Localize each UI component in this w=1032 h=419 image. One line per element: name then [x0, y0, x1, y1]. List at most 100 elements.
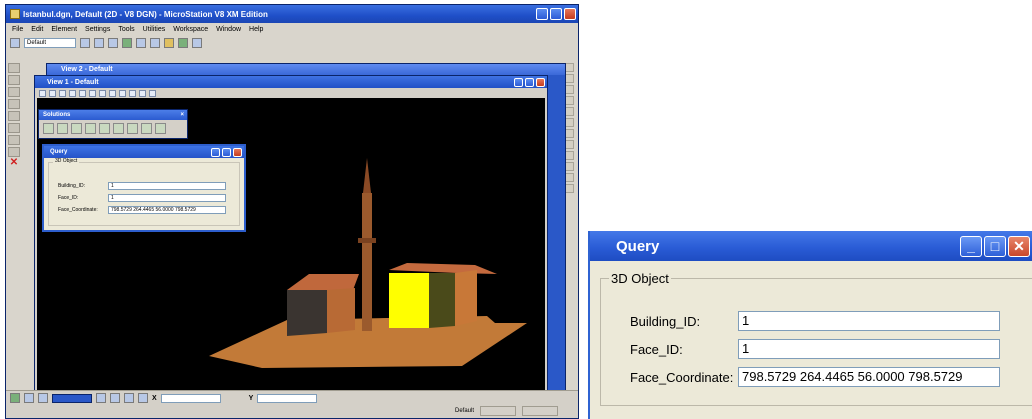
copy-view-icon[interactable]	[129, 89, 136, 97]
face-coordinate-field[interactable]: 798.5729 264.4465 56.0000 798.5729	[738, 367, 1000, 387]
menu-tools[interactable]: Tools	[118, 26, 134, 33]
color-icon[interactable]	[80, 38, 90, 48]
status-field	[522, 406, 558, 416]
solution-tool-icon[interactable]	[71, 123, 82, 134]
view-controls	[35, 88, 547, 98]
view-next-icon[interactable]	[119, 89, 126, 97]
text-tool-icon[interactable]	[8, 99, 20, 109]
view-attributes-icon[interactable]	[39, 89, 46, 97]
delete-tool-icon[interactable]: ✕	[8, 158, 20, 169]
view-close-button[interactable]	[536, 77, 545, 87]
view-1-titlebar[interactable]: View 1 - Default	[35, 76, 547, 88]
line-style-icon[interactable]	[94, 38, 104, 48]
snap-icon[interactable]	[24, 393, 34, 403]
solution-tool-icon[interactable]	[99, 123, 110, 134]
query-small-minimize-button[interactable]	[211, 147, 220, 157]
menu-utilities[interactable]: Utilities	[143, 26, 166, 33]
status-bar: X Y Default	[6, 390, 578, 418]
drawing-canvas[interactable]	[37, 98, 545, 392]
menu-settings[interactable]: Settings	[85, 26, 110, 33]
face-id-field[interactable]: 1	[108, 194, 226, 202]
pan-view-icon[interactable]	[99, 89, 106, 97]
element-template-icon[interactable]	[122, 38, 132, 48]
view-icon[interactable]	[138, 393, 148, 403]
active-attributes-icon[interactable]	[10, 38, 20, 48]
solution-tool-icon[interactable]	[57, 123, 68, 134]
solution-tool-icon[interactable]	[43, 123, 54, 134]
building-selected-face[interactable]	[389, 273, 429, 328]
solution-tool-icon[interactable]	[113, 123, 124, 134]
face-coordinate-field[interactable]: 798.5729 264.4465 56.0000 798.5729	[108, 206, 226, 214]
view-icon[interactable]	[124, 393, 134, 403]
view-previous-icon[interactable]	[109, 89, 116, 97]
view-icon[interactable]	[110, 393, 120, 403]
solution-tool-icon[interactable]	[155, 123, 166, 134]
menu-edit[interactable]: Edit	[31, 26, 43, 33]
zoom-in-icon[interactable]	[49, 89, 56, 97]
maximize-button[interactable]	[550, 8, 562, 20]
microstation-window: Istanbul.dgn, Default (2D - V8 DGN) - Mi…	[5, 4, 579, 419]
window-area-icon[interactable]	[69, 89, 76, 97]
face-id-field[interactable]: 1	[738, 339, 1000, 359]
camera-icon[interactable]	[149, 89, 156, 97]
view-minimize-button[interactable]	[514, 77, 523, 87]
snap-mode-text: Default	[454, 408, 474, 414]
modify-tool-icon[interactable]	[8, 111, 20, 121]
building-id-field[interactable]: 1	[108, 182, 226, 190]
solution-tool-icon[interactable]	[141, 123, 152, 134]
view-maximize-button[interactable]	[525, 77, 534, 87]
x-label: X	[152, 394, 157, 402]
query-small-titlebar[interactable]: Query	[44, 146, 244, 158]
query-minimize-button[interactable]: _	[960, 235, 982, 257]
menu-file[interactable]: File	[12, 26, 23, 33]
priority-icon[interactable]	[150, 38, 160, 48]
app-titlebar[interactable]: Istanbul.dgn, Default (2D - V8 DGN) - Mi…	[6, 5, 578, 23]
reference-icon[interactable]	[178, 38, 188, 48]
minimize-button[interactable]	[536, 8, 548, 20]
cells-tool-icon[interactable]	[8, 147, 20, 157]
menu-element[interactable]: Element	[51, 26, 77, 33]
line-weight-icon[interactable]	[108, 38, 118, 48]
fence-tool-icon[interactable]	[8, 75, 20, 85]
rotate-view-icon[interactable]	[89, 89, 96, 97]
face-coordinate-row: Face_Coordinate: 798.5729 264.4465 56.00…	[58, 206, 226, 214]
open-icon[interactable]	[164, 38, 174, 48]
fit-view-icon[interactable]	[79, 89, 86, 97]
zoom-out-icon[interactable]	[59, 89, 66, 97]
transparency-icon[interactable]	[136, 38, 146, 48]
close-button[interactable]	[564, 8, 576, 20]
solutions-titlebar[interactable]: Solutions ×	[39, 110, 187, 120]
manipulate-tool-icon[interactable]	[8, 87, 20, 97]
query-small-maximize-button[interactable]	[222, 147, 231, 157]
query-titlebar[interactable]: Query _ □ ✕	[590, 231, 1032, 261]
face-id-row: Face_ID: 1	[58, 194, 226, 202]
query-dialog-small: Query 3D Object Building_ID: 1 Face_ID: …	[42, 144, 246, 232]
query-maximize-button[interactable]: □	[984, 235, 1006, 257]
group-tool-icon[interactable]	[8, 135, 20, 145]
face-id-row: Face_ID: 1	[630, 339, 1000, 359]
view-2-title[interactable]: View 2 - Default	[47, 64, 565, 75]
select-tool-icon[interactable]	[8, 63, 20, 73]
help-icon[interactable]	[192, 38, 202, 48]
query-small-close-button[interactable]	[233, 147, 242, 157]
y-label: Y	[248, 394, 254, 402]
measure-tool-icon[interactable]	[8, 123, 20, 133]
y-coordinate-field[interactable]	[257, 393, 318, 403]
solution-tool-icon[interactable]	[127, 123, 138, 134]
maximize-icon: □	[990, 238, 1000, 254]
x-coordinate-field[interactable]	[160, 393, 221, 403]
view-icon[interactable]	[96, 393, 106, 403]
building-side-face	[455, 270, 477, 326]
level-display-icon[interactable]	[38, 393, 48, 403]
solution-tool-icon[interactable]	[85, 123, 96, 134]
menu-window[interactable]: Window	[216, 26, 241, 33]
status-level-select[interactable]	[52, 393, 92, 403]
building-id-field[interactable]: 1	[738, 311, 1000, 331]
level-select[interactable]: Default	[24, 38, 76, 48]
render-icon[interactable]	[139, 89, 146, 97]
menu-help[interactable]: Help	[249, 26, 263, 33]
menu-workspace[interactable]: Workspace	[173, 26, 208, 33]
accudraw-icon[interactable]	[10, 393, 20, 403]
query-close-button[interactable]: ✕	[1008, 235, 1030, 257]
solutions-close-icon[interactable]: ×	[180, 112, 184, 118]
